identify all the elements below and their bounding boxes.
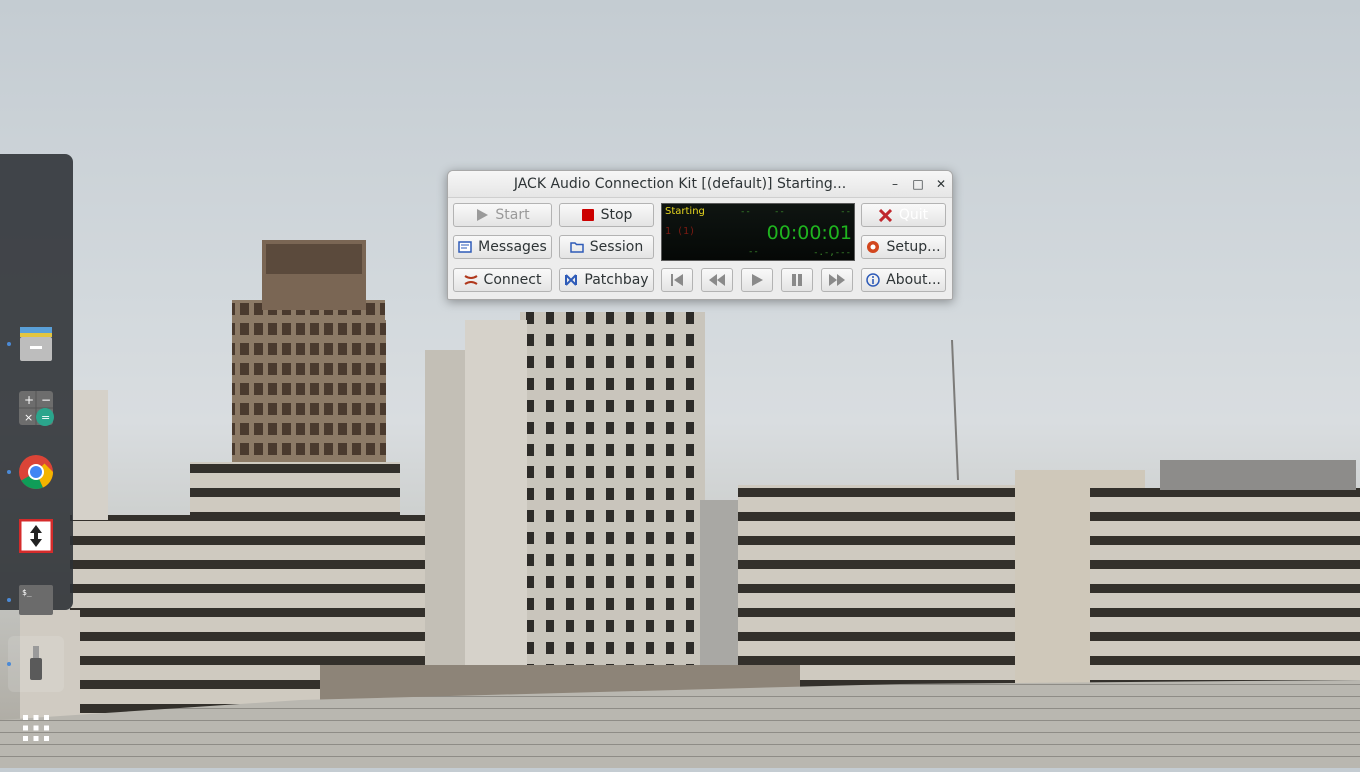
stop-button-label: Stop: [600, 207, 633, 223]
messages-button[interactable]: Messages: [453, 235, 552, 259]
running-indicator: [7, 598, 11, 602]
patchbay-button-label: Patchbay: [584, 272, 649, 288]
patchbay-icon: [564, 273, 578, 287]
messages-button-label: Messages: [478, 239, 547, 255]
info-icon: [866, 273, 880, 287]
close-button[interactable]: ✕: [932, 175, 950, 193]
transport-state: --: [748, 247, 759, 257]
forward-button[interactable]: [821, 268, 853, 292]
terminal-icon: $_: [19, 585, 53, 615]
rewind-to-start-button[interactable]: [661, 268, 693, 292]
jack-control-window: JACK Audio Connection Kit [(default)] St…: [447, 170, 953, 300]
messages-icon: [458, 240, 472, 254]
up-down-arrow-icon: [19, 519, 53, 553]
calculator-icon: + − × =: [19, 391, 54, 426]
minimize-button[interactable]: –: [886, 175, 904, 193]
setup-icon: [866, 240, 880, 254]
about-button[interactable]: About...: [861, 268, 946, 292]
application-dock: + − × = $_: [0, 154, 73, 741]
setup-button-label: Setup...: [886, 239, 941, 255]
start-button[interactable]: Start: [453, 203, 552, 227]
window-titlebar[interactable]: JACK Audio Connection Kit [(default)] St…: [448, 171, 952, 198]
sample-rate-value: --: [774, 207, 785, 217]
maximize-button[interactable]: □: [909, 175, 927, 193]
city-skyline-image: [0, 240, 1360, 768]
dock-item-calculator[interactable]: + − × =: [8, 380, 64, 436]
svg-text:−: −: [41, 393, 51, 407]
svg-text:$_: $_: [22, 588, 32, 597]
server-state: Starting: [665, 206, 705, 217]
dock-item-transfer[interactable]: [8, 508, 64, 564]
stop-icon: [581, 208, 595, 222]
play-icon: [475, 208, 489, 222]
dock-item-usb-device[interactable]: [7, 636, 64, 692]
play-icon: [752, 274, 763, 286]
app-grid-icon: [23, 715, 49, 741]
quit-icon: [879, 208, 893, 222]
transport-bpm: -.-,---: [813, 248, 851, 258]
pause-icon: [792, 274, 802, 286]
about-button-label: About...: [886, 272, 941, 288]
svg-text:×: ×: [24, 411, 33, 424]
elapsed-time: 00:00:01: [766, 222, 852, 244]
desktop-wallpaper: [0, 0, 1360, 768]
session-button-label: Session: [589, 239, 644, 255]
fast-forward-icon: [829, 274, 845, 286]
svg-text:+: +: [24, 393, 34, 407]
backward-button[interactable]: [701, 268, 733, 292]
quit-button-label: Quit: [898, 207, 929, 223]
rewind-icon: [709, 274, 725, 286]
pause-button[interactable]: [781, 268, 813, 292]
status-display: Starting -- -- -- 1 (1) 00:00:01 -- -.-,…: [661, 203, 855, 261]
dock-item-terminal[interactable]: $_: [7, 572, 64, 628]
setup-button[interactable]: Setup...: [861, 235, 946, 259]
window-title: JACK Audio Connection Kit [(default)] St…: [513, 176, 847, 192]
dock-item-chrome[interactable]: [7, 444, 64, 500]
dock-item-app-grid[interactable]: [8, 700, 64, 756]
session-button[interactable]: Session: [559, 235, 654, 259]
patchbay-button[interactable]: Patchbay: [559, 268, 654, 292]
svg-text:=: =: [41, 411, 50, 424]
dock-item-files[interactable]: [7, 316, 64, 372]
xrun-count: 1 (1): [665, 226, 696, 237]
connect-button[interactable]: Connect: [453, 268, 552, 292]
connect-button-label: Connect: [483, 272, 542, 288]
stop-button[interactable]: Stop: [559, 203, 654, 227]
chrome-icon: [19, 455, 54, 489]
usb-drive-icon: [30, 646, 42, 680]
connect-icon: [463, 273, 478, 287]
files-icon: [20, 327, 52, 361]
cpu-load-value: --: [740, 207, 751, 217]
play-button[interactable]: [741, 268, 773, 292]
running-indicator: [7, 342, 11, 346]
quit-button[interactable]: Quit: [861, 203, 946, 227]
latency-value: --: [840, 207, 851, 217]
running-indicator: [7, 662, 11, 666]
folder-icon: [570, 240, 584, 254]
running-indicator: [7, 470, 11, 474]
start-button-label: Start: [495, 207, 530, 223]
skip-back-icon: [671, 274, 683, 286]
